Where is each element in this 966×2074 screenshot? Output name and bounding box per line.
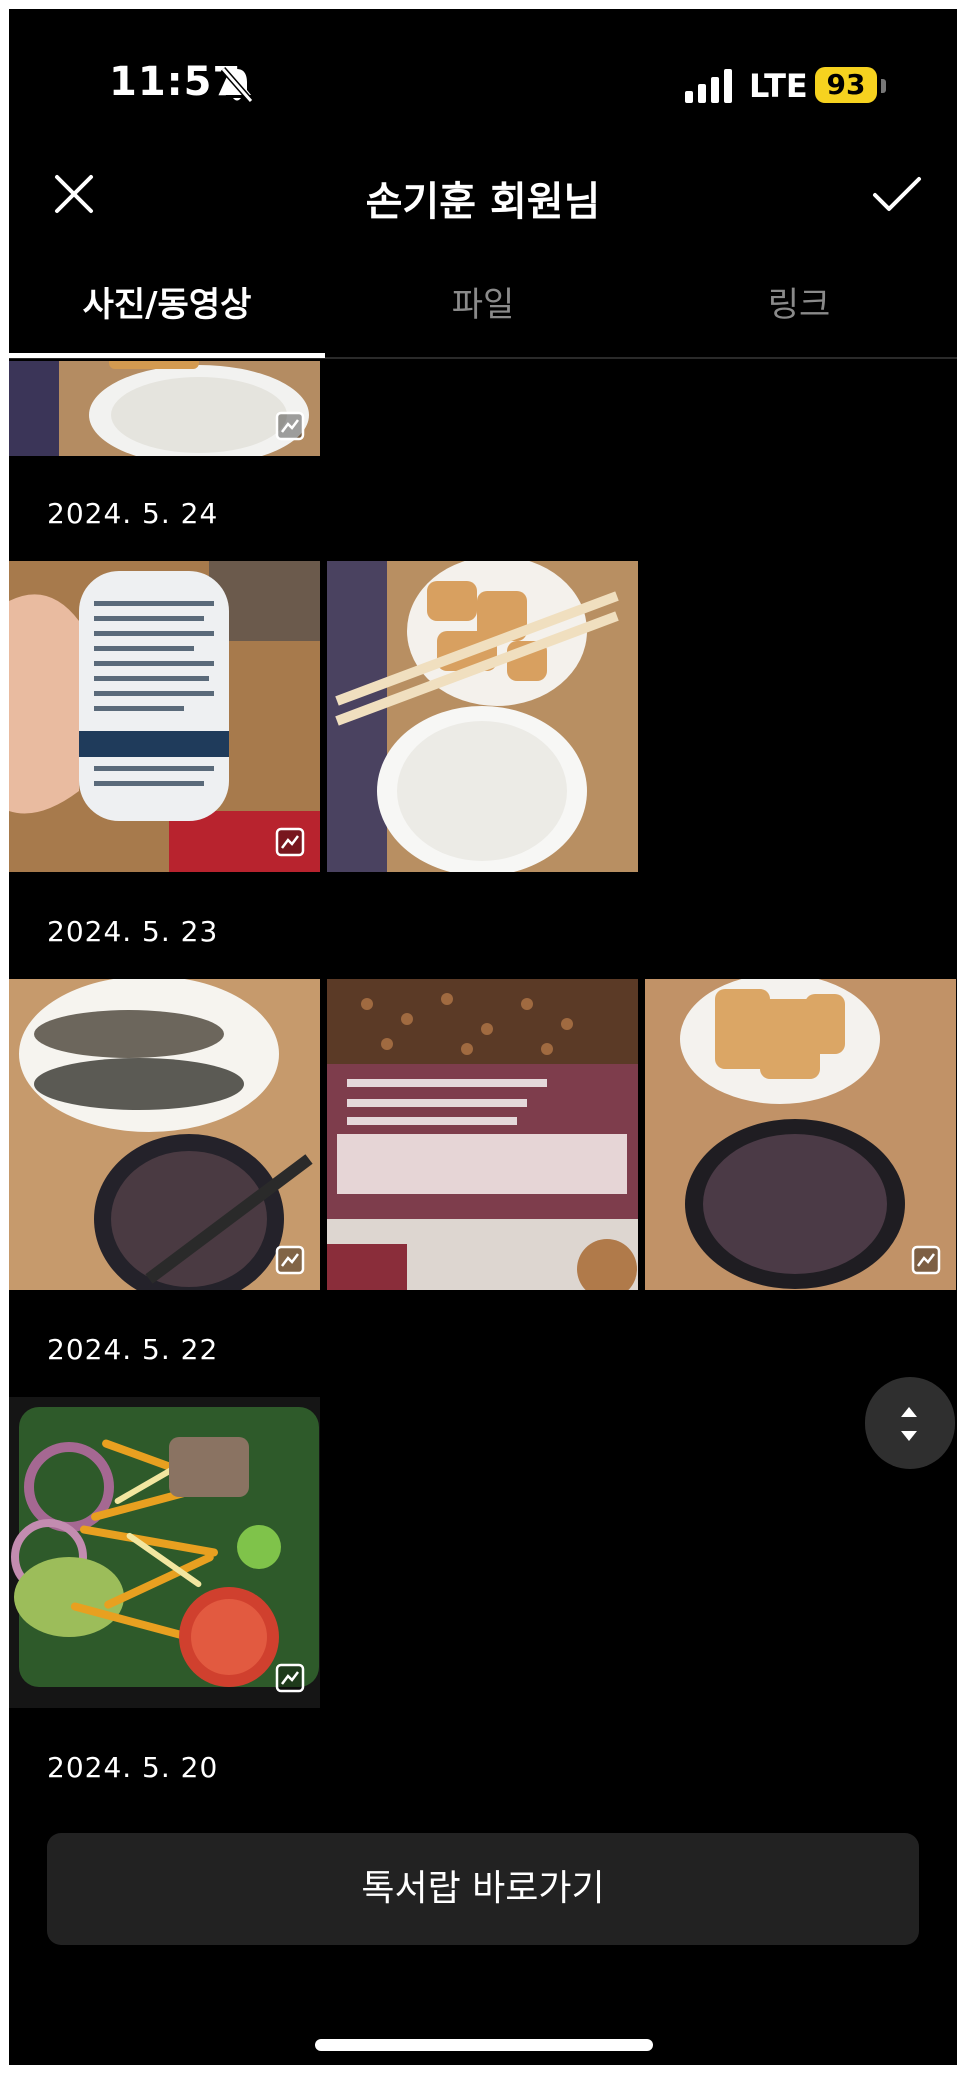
signal-icon [685, 69, 732, 103]
photo-type-icon [275, 827, 305, 857]
screen: 11:57 LTE 93 손기훈 회원님 사진/동영상 파일 링크 2024. … [9, 9, 957, 2065]
battery-level: 93 [815, 67, 877, 103]
battery-cap [881, 79, 886, 93]
scroll-down-icon[interactable] [901, 1431, 917, 1441]
silent-bell-icon [220, 67, 254, 103]
date-label: 2024. 5. 23 [47, 915, 219, 948]
tab-photos-videos[interactable]: 사진/동영상 [9, 277, 325, 326]
photo-type-icon [275, 1663, 305, 1693]
check-icon[interactable] [869, 169, 925, 219]
go-to-drawer-button[interactable]: 톡서랍 바로가기 [47, 1833, 919, 1945]
photo-thumbnail[interactable] [9, 1397, 320, 1708]
date-label: 2024. 5. 20 [47, 1751, 219, 1784]
status-bar: 11:57 LTE 93 [9, 9, 957, 149]
photo-thumbnail[interactable] [9, 561, 320, 872]
photo-type-icon [911, 1245, 941, 1275]
photo-gallery[interactable]: 2024. 5. 24 2024. 5. 23 2024. 5. 22 2024… [9, 361, 957, 1841]
date-label: 2024. 5. 22 [47, 1333, 219, 1366]
photo-type-icon [275, 1245, 305, 1275]
network-type: LTE [749, 67, 808, 105]
photo-thumbnail[interactable] [645, 979, 956, 1290]
home-indicator[interactable] [315, 2039, 653, 2051]
date-label: 2024. 5. 24 [47, 497, 219, 530]
photo-thumbnail[interactable] [9, 979, 320, 1290]
photo-type-icon [275, 411, 305, 441]
scroll-up-icon[interactable] [901, 1407, 917, 1417]
scroll-control-button[interactable] [865, 1377, 955, 1469]
photo-thumbnail[interactable] [327, 561, 638, 872]
page-title: 손기훈 회원님 [365, 179, 601, 225]
photo-thumbnail[interactable] [327, 979, 638, 1290]
tab-links[interactable]: 링크 [641, 277, 957, 326]
photo-thumbnail[interactable] [9, 361, 320, 456]
active-tab-indicator [9, 353, 325, 358]
tab-files[interactable]: 파일 [325, 277, 641, 326]
tab-bar: 사진/동영상 파일 링크 [9, 259, 957, 359]
